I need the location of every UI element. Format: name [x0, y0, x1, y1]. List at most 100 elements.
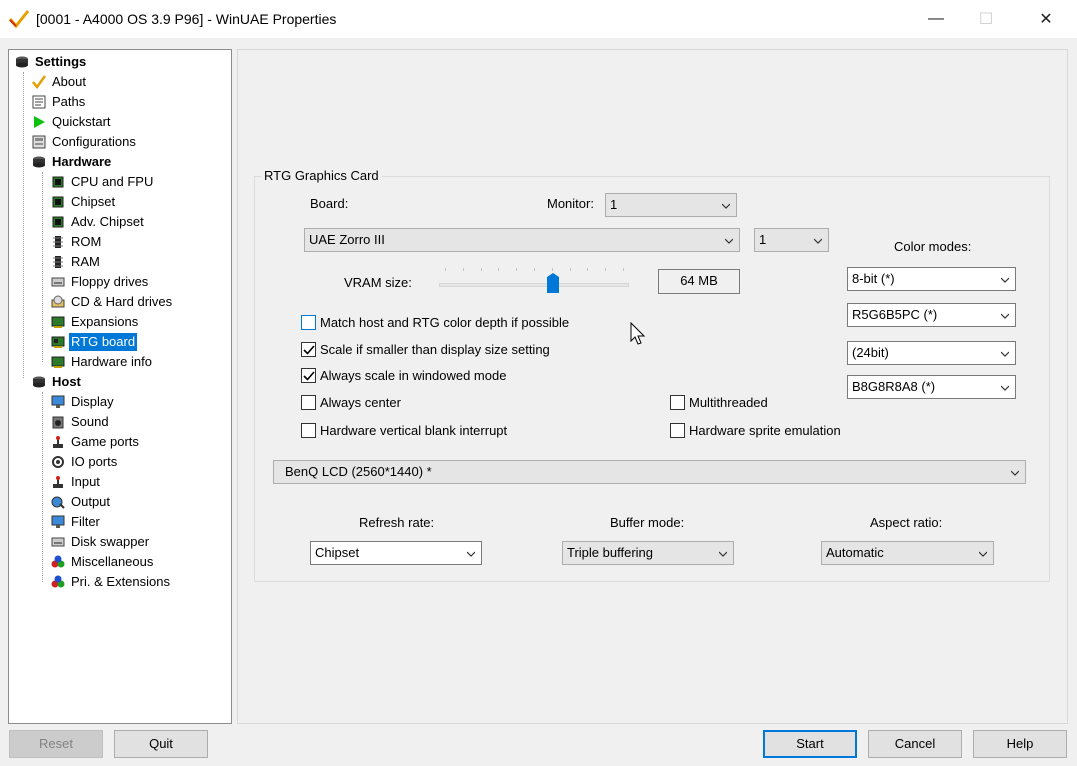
tree-item-host[interactable]: Host	[31, 373, 83, 391]
cancel-button[interactable]: Cancel	[868, 730, 962, 758]
tree-item-cpu[interactable]: CPU and FPU	[50, 173, 155, 191]
help-button[interactable]: Help	[973, 730, 1067, 758]
tree-item-cd-hd[interactable]: CD & Hard drives	[50, 293, 174, 311]
tree-item-about[interactable]: About	[31, 73, 88, 91]
always-center-label: Always center	[320, 395, 401, 410]
slider-tick	[569, 268, 571, 271]
start-button[interactable]: Start	[763, 730, 857, 758]
always-center-checkbox[interactable]: Always center	[301, 395, 401, 410]
tree-item-chipset[interactable]: Chipset	[50, 193, 117, 211]
tree-item-quickstart[interactable]: Quickstart	[31, 113, 113, 131]
checkmark-icon	[31, 74, 47, 90]
color-mode-8bit-select[interactable]: 8-bit (*)	[847, 267, 1016, 291]
color-mode-32bit-select[interactable]: B8G8R8A8 (*)	[847, 375, 1016, 399]
color-mode-8bit-value: 8-bit (*)	[852, 271, 895, 286]
tree-item-rom[interactable]: ROM	[50, 233, 103, 251]
slider-tick	[551, 268, 553, 271]
tree-item-paths[interactable]: Paths	[31, 93, 87, 111]
disk-stack-icon	[14, 54, 30, 70]
chevron-down-icon	[979, 551, 987, 557]
tree-item-input[interactable]: Input	[50, 473, 102, 491]
chevron-down-icon	[1001, 313, 1009, 319]
slider-tick	[587, 268, 589, 271]
graphics-card-icon	[50, 334, 66, 350]
chevron-down-icon	[1001, 351, 1009, 357]
rtg-group-title: RTG Graphics Card	[261, 168, 382, 183]
tree-item-expansions[interactable]: Expansions	[50, 313, 140, 331]
monitor-label: Monitor:	[547, 196, 594, 211]
aspect-ratio-select[interactable]: Automatic	[821, 541, 994, 565]
hw-vblank-checkbox[interactable]: Hardware vertical blank interrupt	[301, 423, 507, 438]
color-mode-16bit-value: R5G6B5PC (*)	[852, 307, 938, 322]
chevron-down-icon	[719, 551, 727, 557]
reset-button[interactable]: Reset	[9, 730, 103, 758]
chevron-down-icon	[725, 238, 733, 244]
multithreaded-label: Multithreaded	[689, 395, 768, 410]
buffer-mode-select[interactable]: Triple buffering	[562, 541, 734, 565]
checkbox-box	[301, 315, 316, 330]
board-select[interactable]: UAE Zorro III	[304, 228, 740, 252]
expansion-card-icon	[50, 314, 66, 330]
checkbox-box	[301, 423, 316, 438]
checkmark-icon	[303, 345, 315, 355]
tree-item-output[interactable]: Output	[50, 493, 112, 511]
color-mode-16bit-select[interactable]: R5G6B5PC (*)	[847, 303, 1016, 327]
multithreaded-checkbox[interactable]: Multithreaded	[670, 395, 768, 410]
chevron-down-icon	[1011, 470, 1019, 476]
always-scale-checkbox[interactable]: Always scale in windowed mode	[301, 368, 506, 383]
color-mode-24bit-select[interactable]: (24bit)	[847, 341, 1016, 365]
tree-item-hardware-info[interactable]: Hardware info	[50, 353, 154, 371]
tree-item-settings[interactable]: Settings	[14, 53, 88, 71]
settings-tree[interactable]: Settings About Paths Quickstart Configur…	[8, 49, 232, 724]
board-index-select[interactable]: 1	[754, 228, 829, 252]
tree-item-adv-chipset[interactable]: Adv. Chipset	[50, 213, 146, 231]
disk-stack-icon	[31, 154, 47, 170]
tree-item-game-ports[interactable]: Game ports	[50, 433, 141, 451]
vram-slider-thumb[interactable]	[547, 273, 559, 293]
vram-size-field[interactable]: 64 MB	[658, 269, 740, 294]
hw-sprite-checkbox[interactable]: Hardware sprite emulation	[670, 423, 841, 438]
slider-tick	[445, 268, 446, 271]
tree-line	[23, 72, 24, 378]
joystick-icon	[50, 474, 66, 490]
tree-item-display[interactable]: Display	[50, 393, 116, 411]
display-select-value: BenQ LCD (2560*1440) *	[285, 464, 432, 479]
always-scale-label: Always scale in windowed mode	[320, 368, 507, 383]
tree-item-ram[interactable]: RAM	[50, 253, 102, 271]
close-button[interactable]: ✕	[1023, 0, 1069, 38]
chip-icon	[50, 174, 66, 190]
tree-item-pri-extensions[interactable]: Pri. & Extensions	[50, 573, 172, 591]
tree-item-io-ports[interactable]: IO ports	[50, 453, 119, 471]
tree-item-configurations[interactable]: Configurations	[31, 133, 138, 151]
tree-item-hardware[interactable]: Hardware	[31, 153, 113, 171]
tree-item-sound[interactable]: Sound	[50, 413, 111, 431]
display-select[interactable]: BenQ LCD (2560*1440) *	[273, 460, 1026, 484]
buffer-mode-value: Triple buffering	[567, 545, 653, 560]
chip-icon	[50, 194, 66, 210]
tree-line	[42, 172, 43, 362]
refresh-rate-label: Refresh rate:	[359, 515, 435, 530]
mouse-pointer-icon	[630, 322, 646, 345]
tree-item-miscellaneous[interactable]: Miscellaneous	[50, 553, 155, 571]
refresh-rate-select[interactable]: Chipset	[310, 541, 482, 565]
tree-item-disk-swapper[interactable]: Disk swapper	[50, 533, 151, 551]
chip-icon	[50, 214, 66, 230]
slider-tick	[534, 268, 535, 271]
quit-button[interactable]: Quit	[114, 730, 208, 758]
tree-item-filter[interactable]: Filter	[50, 513, 102, 531]
maximize-button[interactable]: ☐	[963, 0, 1009, 38]
match-host-checkbox[interactable]: Match host and RTG color depth if possib…	[301, 315, 569, 330]
chevron-down-icon	[467, 551, 475, 557]
tree-item-floppy[interactable]: Floppy drives	[50, 273, 150, 291]
scale-smaller-checkbox[interactable]: Scale if smaller than display size setti…	[301, 342, 550, 357]
slider-tick	[480, 268, 482, 271]
monitor-select[interactable]: 1	[605, 193, 737, 217]
vram-slider-track[interactable]	[439, 283, 629, 287]
checkmark-icon	[303, 371, 315, 381]
winuae-checkmark-icon	[8, 10, 30, 29]
ram-chip-icon	[50, 254, 66, 270]
monitor-icon	[50, 394, 66, 410]
tree-item-rtg-board[interactable]: RTG board	[50, 333, 138, 351]
hw-vblank-label: Hardware vertical blank interrupt	[320, 423, 508, 438]
minimize-button[interactable]: —	[913, 0, 959, 38]
